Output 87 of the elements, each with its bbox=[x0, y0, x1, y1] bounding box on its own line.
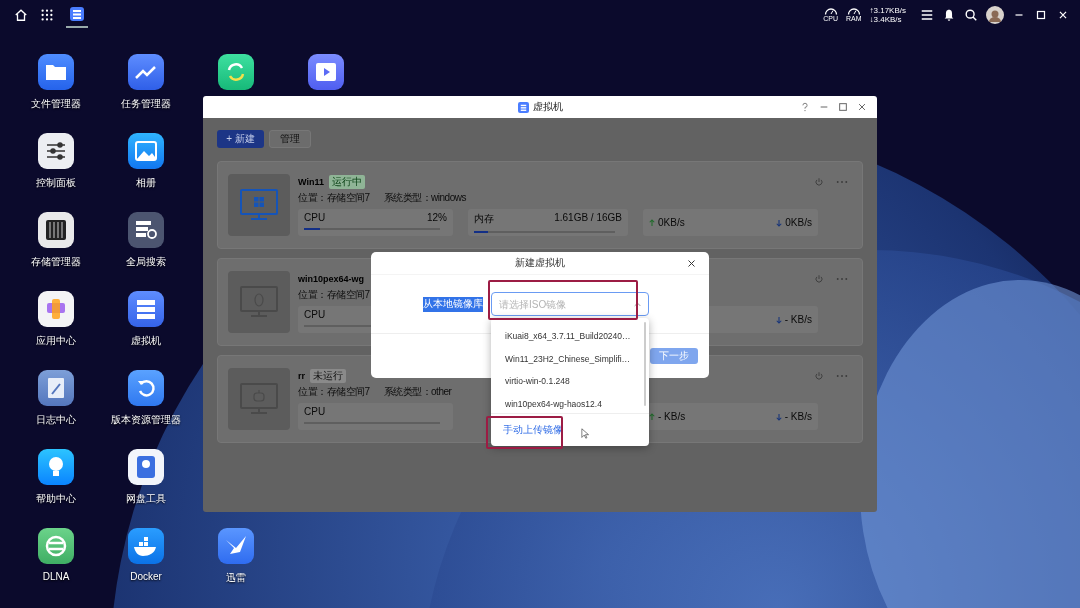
app-icon[interactable] bbox=[308, 54, 344, 90]
app-icon[interactable] bbox=[128, 370, 164, 406]
app-icon[interactable] bbox=[128, 449, 164, 485]
search-icon[interactable] bbox=[964, 8, 978, 22]
vm-name: win10pex64-wg bbox=[298, 274, 365, 284]
app-icon[interactable] bbox=[128, 54, 164, 90]
app-label: 文件管理器 bbox=[31, 97, 81, 111]
vm-location: 位置：存储空间7 bbox=[298, 288, 370, 301]
vm-name: rr bbox=[298, 371, 305, 381]
dialog-title: 新建虚拟机 bbox=[515, 256, 565, 270]
iso-select[interactable]: 请选择ISO镜像 bbox=[491, 292, 649, 316]
app-icon[interactable] bbox=[38, 291, 74, 327]
iso-option[interactable]: Win11_23H2_Chinese_Simplifi… bbox=[491, 347, 649, 370]
stat-label: CPU bbox=[304, 406, 326, 417]
app-label: 控制面板 bbox=[36, 176, 76, 190]
maximize-icon[interactable] bbox=[1034, 8, 1048, 22]
app-icon[interactable] bbox=[38, 133, 74, 169]
app-logo-icon bbox=[517, 101, 529, 113]
arrow-down-icon bbox=[776, 218, 783, 227]
arrow-down-icon bbox=[775, 412, 782, 421]
vm-name: Win11 bbox=[298, 177, 324, 187]
app-label: 日志中心 bbox=[36, 413, 76, 427]
stat-value: 12% bbox=[427, 212, 447, 223]
app-icon[interactable] bbox=[38, 212, 74, 248]
vm-os-type: 系统类型：other bbox=[383, 385, 452, 398]
app-icon[interactable] bbox=[128, 212, 164, 248]
source-label: 从本地镜像库 bbox=[423, 296, 483, 312]
window-title: 虚拟机 bbox=[532, 100, 563, 114]
app-label: Docker bbox=[130, 571, 162, 582]
iso-option[interactable]: win10pex64-wg-haos12.4 bbox=[491, 392, 649, 415]
iso-option[interactable]: virtio-win-0.1.248 bbox=[491, 370, 649, 393]
app-label: 帮助中心 bbox=[36, 492, 76, 506]
list-icon[interactable] bbox=[920, 8, 934, 22]
app-icon[interactable] bbox=[38, 528, 74, 564]
server-icon bbox=[69, 6, 85, 22]
status-tag: 未运行 bbox=[310, 369, 346, 383]
gauge-icon bbox=[846, 7, 861, 15]
app-label: 网盘工具 bbox=[126, 492, 166, 506]
stat-value: 1.61GB / 16GB bbox=[554, 212, 622, 225]
app-label: 全局搜索 bbox=[126, 255, 166, 269]
caret-icon bbox=[634, 302, 641, 307]
app-icon[interactable] bbox=[218, 528, 254, 564]
app-label: 任务管理器 bbox=[121, 97, 171, 111]
app-label: 迅雷 bbox=[226, 571, 246, 585]
bell-icon[interactable] bbox=[942, 8, 956, 22]
mouse-cursor-icon bbox=[581, 427, 589, 439]
close-icon[interactable] bbox=[687, 259, 696, 268]
vm-location: 位置：存储空间7 bbox=[298, 385, 370, 398]
vm-os-type: 系统类型：windows bbox=[383, 191, 466, 204]
home-icon[interactable] bbox=[14, 8, 28, 22]
arrow-up-icon bbox=[649, 218, 655, 227]
app-label: DLNA bbox=[42, 571, 70, 582]
app-icon[interactable] bbox=[128, 291, 164, 327]
app-label: 应用中心 bbox=[36, 334, 76, 348]
download-speed: ↓3.4KB/s bbox=[869, 15, 903, 24]
grid-icon[interactable] bbox=[40, 8, 54, 22]
stat-label: CPU bbox=[304, 309, 326, 320]
avatar-icon[interactable] bbox=[986, 6, 1004, 24]
new-button[interactable]: + 新建 bbox=[217, 130, 264, 148]
app-icon[interactable] bbox=[38, 370, 74, 406]
upload-rate: - KB/s bbox=[658, 411, 686, 422]
app-icon[interactable] bbox=[38, 54, 74, 90]
scrollbar[interactable] bbox=[644, 322, 646, 406]
app-label: 虚拟机 bbox=[131, 334, 161, 348]
app-label: 存储管理器 bbox=[31, 255, 81, 269]
download-rate: 0KB/s bbox=[785, 217, 812, 228]
arrow-up-icon bbox=[649, 412, 655, 421]
download-rate: - KB/s bbox=[784, 411, 812, 422]
vm-location: 位置：存储空间7 bbox=[298, 191, 370, 204]
manage-button[interactable]: 管理 bbox=[269, 130, 311, 148]
iso-option[interactable]: iKuai8_x64_3.7.11_Build20240… bbox=[491, 325, 649, 348]
app-icon[interactable] bbox=[128, 133, 164, 169]
app-icon[interactable] bbox=[128, 528, 164, 564]
stat-label: CPU bbox=[304, 212, 326, 223]
gauge-icon bbox=[823, 7, 838, 15]
monitor-icon bbox=[239, 188, 279, 222]
upload-rate: 0KB/s bbox=[658, 217, 685, 228]
upload-speed: ↑3.17KB/s bbox=[869, 6, 906, 15]
download-rate: - KB/s bbox=[784, 314, 812, 325]
stat-label: 内存 bbox=[474, 212, 494, 226]
app-icon[interactable] bbox=[38, 449, 74, 485]
help-icon[interactable] bbox=[800, 102, 810, 112]
arrow-down-icon bbox=[775, 315, 782, 324]
app-label: 版本资源管理器 bbox=[111, 413, 181, 427]
status-tag: 运行中 bbox=[328, 175, 365, 189]
app-label: 相册 bbox=[136, 176, 156, 190]
app-icon[interactable] bbox=[218, 54, 254, 90]
